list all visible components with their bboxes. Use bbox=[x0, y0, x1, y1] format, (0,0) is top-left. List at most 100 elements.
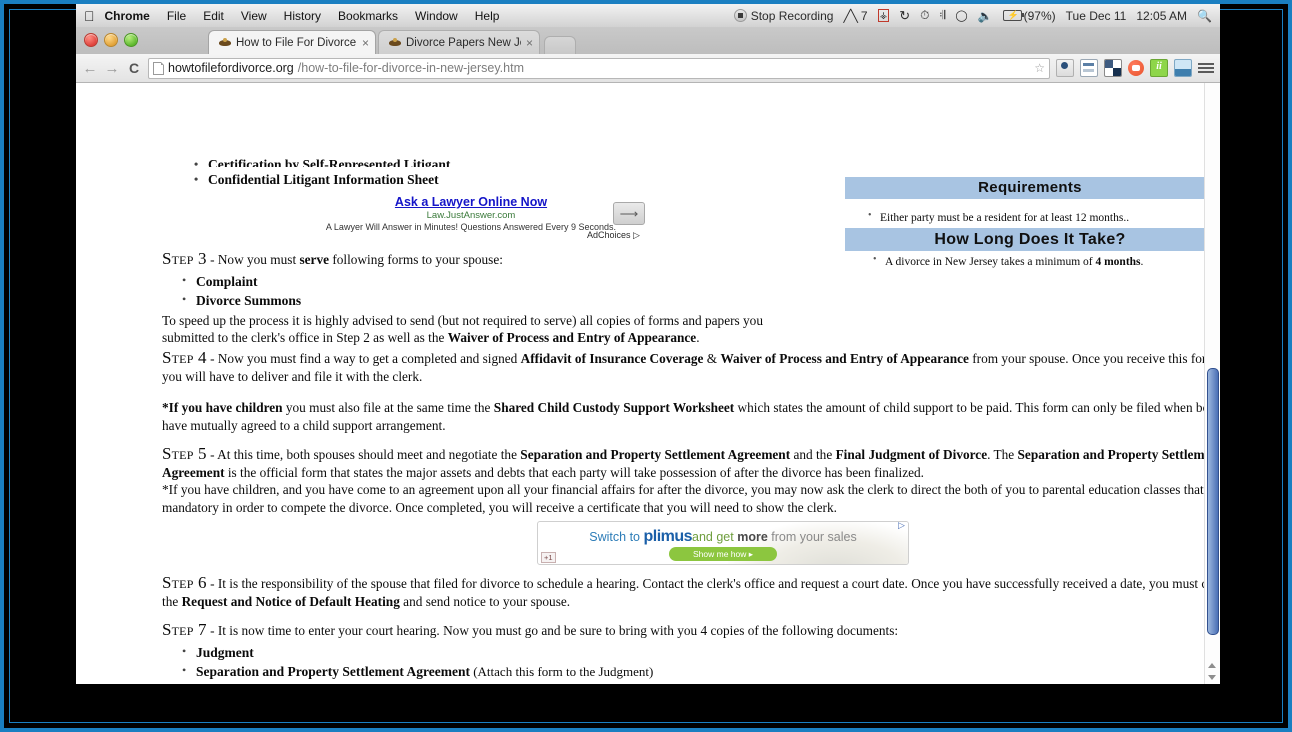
extension-layout-icon[interactable] bbox=[1080, 59, 1098, 77]
tab-close-icon[interactable]: × bbox=[526, 36, 533, 50]
alert-menu-icon[interactable]: ⚶ bbox=[878, 9, 890, 22]
menu-item-window[interactable]: Window bbox=[415, 9, 458, 23]
tab-how-to-file-for-divorce[interactable]: How to File For Divorce in N × bbox=[208, 30, 376, 54]
record-stop-icon bbox=[734, 9, 747, 22]
address-bar[interactable]: howtofilefordivorce.org /how-to-file-for… bbox=[148, 58, 1050, 79]
extension-checker-icon[interactable] bbox=[1104, 59, 1122, 77]
stop-recording-status[interactable]: Stop Recording bbox=[734, 9, 834, 23]
signal-bars-icon: ╱╲ bbox=[843, 9, 857, 23]
tab-divorce-papers-new-jersey[interactable]: Divorce Papers New Jersey × bbox=[378, 30, 540, 54]
ad-title-link[interactable]: Ask a Lawyer Online Now bbox=[291, 195, 651, 209]
ad-info-triangle-icon[interactable]: ▷ bbox=[898, 520, 905, 531]
chrome-browser-window: How to File For Divorce in N × Divorce P… bbox=[76, 27, 1220, 684]
step-3-number: Step 3 bbox=[162, 249, 207, 268]
page-viewport: Certification by Self-Represented Litiga… bbox=[76, 83, 1220, 684]
menu-item-edit[interactable]: Edit bbox=[203, 9, 224, 23]
tab-favicon-icon bbox=[389, 38, 401, 48]
justanswer-ad[interactable]: Ask a Lawyer Online Now Law.JustAnswer.c… bbox=[291, 195, 651, 232]
menubar-time[interactable]: 12:05 AM bbox=[1136, 9, 1187, 23]
volume-icon[interactable]: 🔈 bbox=[978, 9, 993, 23]
scroll-up-arrow-icon[interactable] bbox=[1208, 663, 1216, 668]
list-item: Confidential Litigant Information Sheet bbox=[186, 172, 706, 188]
adchoices-triangle-icon: ▷ bbox=[633, 230, 640, 240]
step-3-block: Step 3 - Now you must serve following fo… bbox=[162, 250, 1220, 347]
page-info-icon[interactable] bbox=[153, 62, 164, 75]
scroll-down-arrow-icon[interactable] bbox=[1208, 675, 1216, 680]
extension-user-icon[interactable] bbox=[1056, 59, 1074, 77]
adchoices-label[interactable]: AdChoices ▷ bbox=[587, 230, 640, 241]
tab-title: How to File For Divorce in N bbox=[236, 37, 357, 49]
list-item: Certification by Self-Represented Litiga… bbox=[186, 157, 706, 167]
requirements-header: Requirements bbox=[845, 177, 1215, 199]
list-item: Judgment bbox=[162, 643, 1220, 662]
menu-item-history[interactable]: History bbox=[284, 9, 321, 23]
menu-item-help[interactable]: Help bbox=[475, 9, 500, 23]
list-item: Either party must be a resident for at l… bbox=[866, 211, 1220, 225]
step-4-number: Step 4 bbox=[162, 348, 207, 367]
menu-item-bookmarks[interactable]: Bookmarks bbox=[338, 9, 398, 23]
list-item: Separation and Property Settlement Agree… bbox=[162, 662, 1220, 681]
sync-refresh-icon[interactable]: ↻ bbox=[899, 8, 910, 24]
ad-headline: Switch to plimusand get more from your s… bbox=[538, 528, 908, 546]
window-controls bbox=[84, 33, 138, 47]
bluetooth-icon[interactable]: 𝄇 bbox=[940, 8, 946, 23]
tab-favicon-icon bbox=[219, 38, 231, 48]
tab-strip: How to File For Divorce in N × Divorce P… bbox=[76, 27, 1220, 54]
step-6-number: Step 6 bbox=[162, 573, 207, 592]
airdrop-icon[interactable]: ◯ bbox=[955, 9, 967, 22]
wifi-signal-status[interactable]: ╱╲ 7 bbox=[843, 9, 867, 23]
extension-stumbleupon-icon[interactable] bbox=[1128, 60, 1144, 76]
web-page-content: Certification by Self-Represented Litiga… bbox=[76, 83, 1201, 684]
step-7-block: Step 7 - It is now time to enter your co… bbox=[162, 621, 1220, 681]
spotlight-search-icon[interactable]: 🔍 bbox=[1197, 9, 1212, 23]
menubar-date[interactable]: Tue Dec 11 bbox=[1066, 9, 1127, 23]
step-4-para-2: *If you have children you must also file… bbox=[162, 399, 1220, 434]
chrome-menu-icon[interactable] bbox=[1198, 63, 1214, 73]
step-6-para: Step 6 - It is the responsibility of the… bbox=[162, 574, 1220, 610]
mac-menu-bar:  Chrome File Edit View History Bookmark… bbox=[76, 4, 1220, 28]
step-5-number: Step 5 bbox=[162, 444, 207, 463]
reload-icon[interactable]: C bbox=[126, 60, 142, 76]
url-path: /how-to-file-for-divorce-in-new-jersey.h… bbox=[298, 61, 524, 75]
time-machine-icon[interactable]: ⏱ bbox=[920, 8, 929, 23]
scrollbar-thumb[interactable] bbox=[1207, 368, 1219, 635]
browser-toolbar: ← → C howtofilefordivorce.org /how-to-fi… bbox=[76, 54, 1220, 83]
plimus-ad-banner[interactable]: Switch to plimusand get more from your s… bbox=[537, 521, 909, 565]
bookmark-star-icon[interactable]: ☆ bbox=[1034, 61, 1045, 75]
menu-item-view[interactable]: View bbox=[241, 9, 267, 23]
page-scrollbar[interactable] bbox=[1204, 83, 1220, 684]
wifi-count-label: 7 bbox=[861, 9, 868, 23]
requirements-body: Either party must be a resident for at l… bbox=[866, 211, 1220, 225]
extension-photo-icon[interactable] bbox=[1174, 59, 1192, 77]
ad-arrow-button[interactable]: ⟶ bbox=[613, 202, 645, 225]
step-4-para-1: Step 4 - Now you must find a way to get … bbox=[162, 349, 1220, 385]
extension-green-icon[interactable]: ii bbox=[1150, 59, 1168, 77]
step-4-block: Step 4 - Now you must find a way to get … bbox=[162, 349, 1220, 434]
step-5-para-2: *If you have children, and you have come… bbox=[162, 481, 1220, 516]
list-item: Divorce Summons bbox=[162, 291, 1220, 310]
url-host: howtofilefordivorce.org bbox=[168, 61, 294, 75]
minimize-window-button[interactable] bbox=[104, 33, 118, 47]
how-long-header: How Long Does It Take? bbox=[845, 228, 1215, 251]
step-6-block: Step 6 - It is the responsibility of the… bbox=[162, 574, 1220, 610]
google-plus-one-button[interactable]: +1 bbox=[541, 552, 556, 563]
forms-list: Certification by Self-Represented Litiga… bbox=[186, 157, 706, 193]
menu-item-chrome[interactable]: Chrome bbox=[105, 9, 150, 23]
maximize-window-button[interactable] bbox=[124, 33, 138, 47]
apple-logo-icon[interactable]:  bbox=[84, 9, 95, 23]
step-7-number: Step 7 bbox=[162, 620, 207, 639]
battery-status[interactable]: ⚡ (97%) bbox=[1003, 9, 1056, 23]
menu-item-file[interactable]: File bbox=[167, 9, 186, 23]
show-me-how-button[interactable]: Show me how ▸ bbox=[669, 547, 777, 561]
step-7-bullets: Judgment Separation and Property Settlem… bbox=[162, 643, 1220, 681]
tab-title: Divorce Papers New Jersey bbox=[406, 37, 521, 49]
close-window-button[interactable] bbox=[84, 33, 98, 47]
forward-arrow-icon[interactable]: → bbox=[104, 60, 120, 77]
new-tab-button[interactable] bbox=[544, 36, 576, 54]
list-item: Complaint bbox=[162, 272, 1220, 291]
step-5-block: Step 5 - At this time, both spouses shou… bbox=[162, 445, 1220, 516]
battery-icon: ⚡ bbox=[1003, 10, 1022, 21]
tab-close-icon[interactable]: × bbox=[362, 36, 369, 50]
back-arrow-icon[interactable]: ← bbox=[82, 60, 98, 77]
step-3-para: To speed up the process it is highly adv… bbox=[162, 312, 1220, 347]
